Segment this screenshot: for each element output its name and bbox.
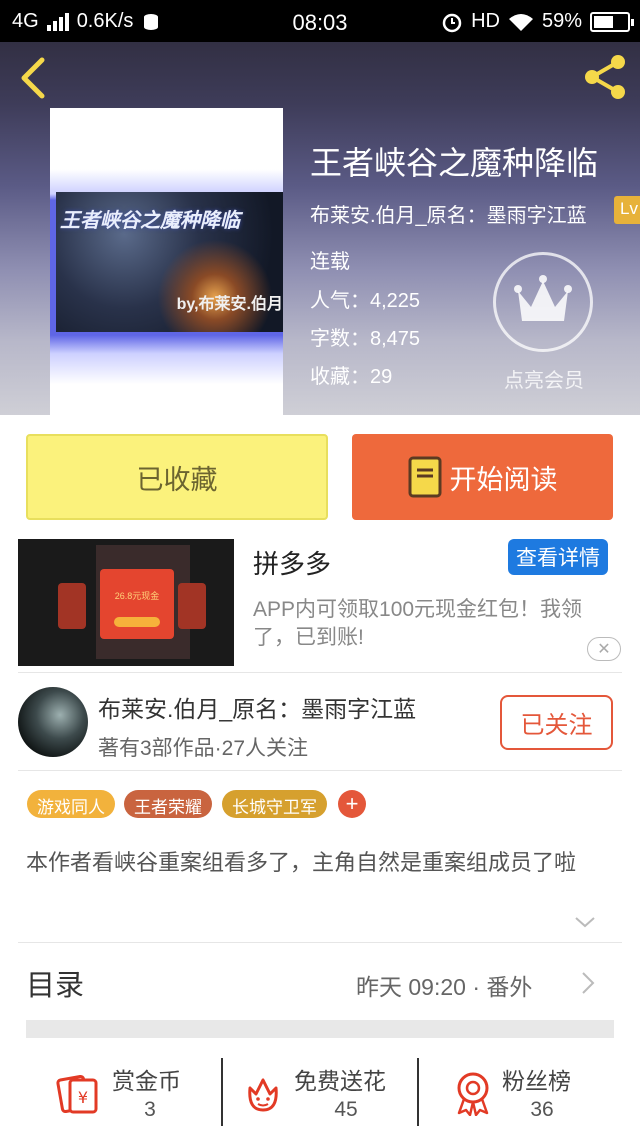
ad-side-card: [178, 583, 206, 629]
book-title: 王者峡谷之魔种降临: [310, 145, 599, 181]
divider: [18, 672, 622, 673]
book-icon: [408, 456, 441, 498]
chevron-right-icon[interactable]: [580, 970, 596, 996]
reward-coin-button[interactable]: ¥ 赏金币 3: [56, 1058, 206, 1128]
cover-title-text: 王者峡谷之魔种降临: [60, 210, 240, 232]
send-flower-button[interactable]: 免费送花 45: [240, 1058, 410, 1128]
section-separator: [26, 1020, 614, 1038]
author-info: 著有3部作品·27人关注: [98, 737, 309, 760]
fan-ranking-value: 36: [530, 1098, 554, 1121]
hd-indicator: HD: [471, 10, 500, 32]
author-name[interactable]: 布莱安.伯月_原名：墨雨字江蓝: [98, 690, 416, 724]
favorites-count: 收藏：29: [310, 366, 393, 388]
ad-red-envelope: 26.8元现金: [100, 569, 174, 639]
collected-button[interactable]: 已收藏: [26, 434, 328, 520]
start-reading-label: 开始阅读: [449, 464, 558, 495]
synopsis: 本作者看峡谷重案组看多了，主角自然是重案组成员了啦: [26, 850, 577, 875]
add-tag-button[interactable]: +: [338, 790, 366, 818]
reward-coin-icon: ¥: [56, 1074, 98, 1114]
fan-ranking-button[interactable]: 粉丝榜 36: [450, 1058, 600, 1128]
ad-image-pill: [114, 617, 160, 627]
book-author[interactable]: 布莱安.伯月_原名：墨雨字江蓝: [310, 199, 587, 228]
wifi-icon: [508, 13, 533, 31]
reward-coin-value: 3: [144, 1098, 156, 1121]
expand-chevron-icon[interactable]: [573, 910, 597, 934]
ad-image[interactable]: 26.8元现金: [18, 539, 234, 666]
ad-title[interactable]: 拼多多: [253, 544, 331, 581]
tag-honor-of-kings[interactable]: 王者荣耀: [124, 790, 212, 818]
fan-medal-icon: [457, 1072, 489, 1116]
flower-icon: [248, 1078, 278, 1112]
divider: [18, 770, 622, 771]
level-badge: Lv: [614, 196, 640, 224]
toc-latest-chapter[interactable]: 昨天 09:20 · 番外: [356, 968, 532, 1002]
follow-button[interactable]: 已关注: [500, 695, 613, 750]
ad-side-card: [58, 583, 86, 629]
bottom-bar: ¥ 赏金币 3 免费送花 45 粉丝榜 36: [0, 1044, 640, 1138]
word-count: 字数：8,475: [310, 328, 421, 350]
battery-icon: [590, 11, 634, 32]
svg-text:¥: ¥: [78, 1088, 88, 1107]
ad-close-icon[interactable]: ✕: [587, 637, 621, 661]
cover-artwork: 王者峡谷之魔种降临 by,布莱安.伯月: [56, 192, 283, 332]
member-crown-button[interactable]: [493, 252, 593, 352]
ad-description[interactable]: APP内可领取100元现金红包！我领了，已到账!: [253, 596, 623, 652]
battery-percent: 59%: [541, 10, 582, 32]
member-label[interactable]: 点亮会员: [488, 364, 600, 393]
share-icon[interactable]: [580, 52, 630, 102]
ad-detail-button[interactable]: 查看详情: [508, 539, 608, 575]
send-flower-label: 免费送花: [294, 1068, 386, 1094]
bottom-separator: [221, 1058, 223, 1126]
popularity-count: 人气：4,225: [310, 290, 421, 312]
crown-icon: [514, 275, 572, 321]
book-detail-page: 4G 0.6K/s 08:03 HD 59% 王者峡谷之魔种降临 by,布莱安.…: [0, 0, 640, 1138]
back-chevron-icon[interactable]: [14, 56, 54, 100]
ad-image-amount: 26.8元现金: [114, 591, 160, 601]
cover-author-text: by,布莱安.伯月: [176, 296, 283, 313]
bottom-separator: [417, 1058, 419, 1126]
tag-great-wall-guard[interactable]: 长城守卫军: [222, 790, 327, 818]
send-flower-value: 45: [334, 1098, 358, 1121]
tag-game-fanfic[interactable]: 游戏同人: [27, 790, 115, 818]
reward-coin-label: 赏金币: [112, 1068, 181, 1094]
status-bar: 4G 0.6K/s 08:03 HD 59%: [0, 0, 640, 42]
fan-ranking-label: 粉丝榜: [502, 1068, 571, 1094]
author-avatar[interactable]: [18, 687, 88, 757]
book-header: 4G 0.6K/s 08:03 HD 59% 王者峡谷之魔种降临 by,布莱安.…: [0, 0, 640, 415]
book-cover[interactable]: 王者峡谷之魔种降临 by,布莱安.伯月: [50, 108, 283, 415]
toc-label[interactable]: 目录: [26, 962, 84, 1004]
serial-status: 连载: [310, 251, 350, 273]
start-reading-button[interactable]: 开始阅读: [352, 434, 613, 520]
divider: [18, 942, 622, 943]
alarm-icon: [442, 13, 462, 32]
